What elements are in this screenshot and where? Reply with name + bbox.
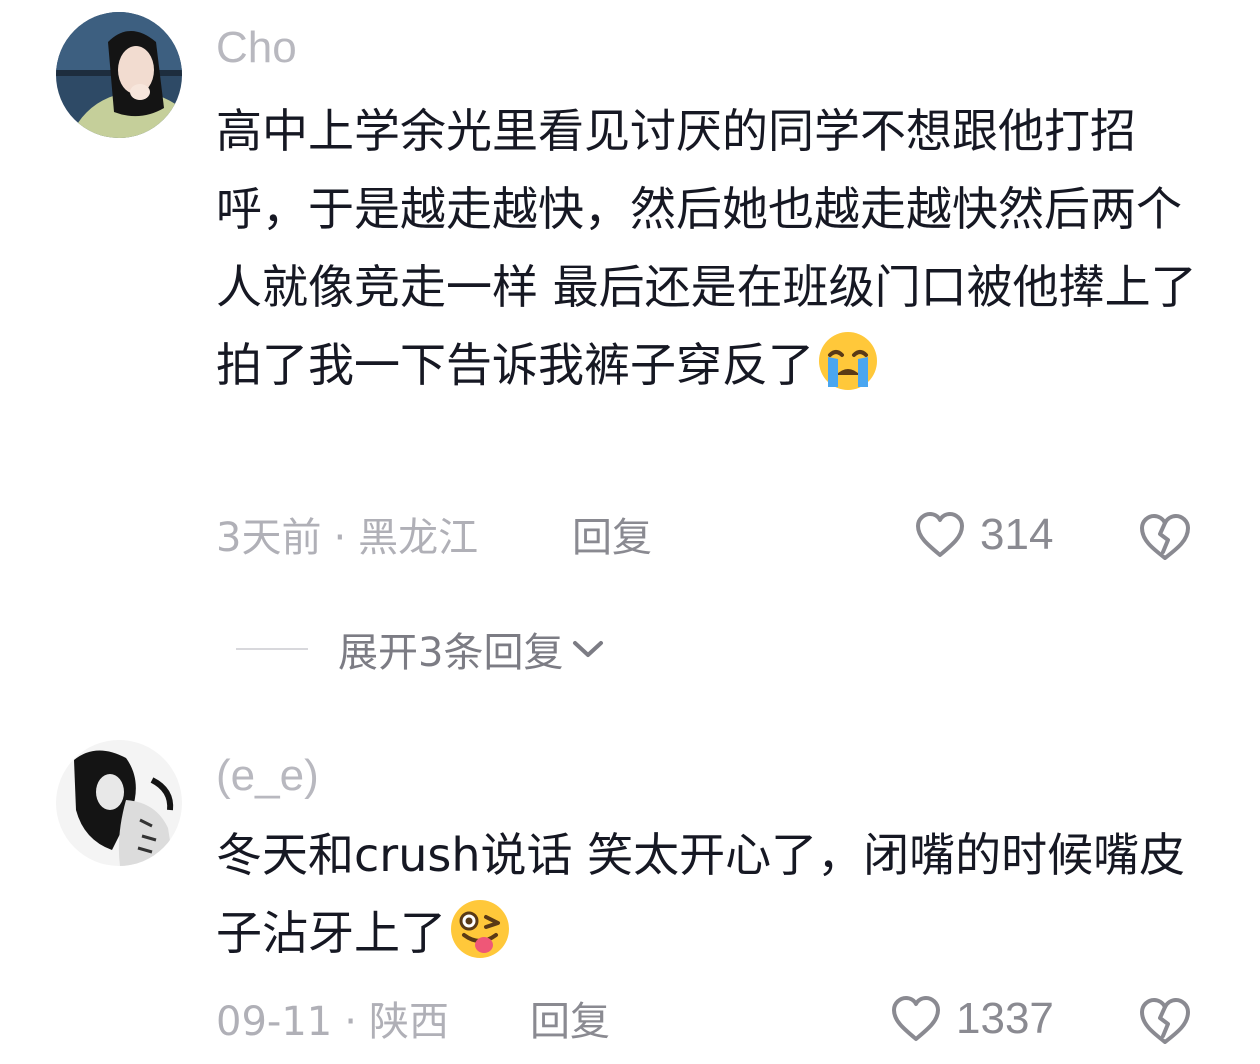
comment-location: 陕西 xyxy=(368,999,449,1045)
reply-button[interactable]: 回复 xyxy=(530,1002,610,1042)
expand-replies-button[interactable]: 展开3条回复 xyxy=(236,620,605,678)
like-count: 314 xyxy=(980,510,1054,559)
winking-tongue-face-emoji xyxy=(451,900,509,958)
divider-line xyxy=(236,648,308,650)
username[interactable]: (e_e) xyxy=(216,754,319,798)
avatar[interactable] xyxy=(56,12,182,138)
comment-time: 3天前 xyxy=(216,515,322,561)
comment-text: 高中上学余光里看见讨厌的同学不想跟他打招呼，于是越走越快，然后她也越走越快然后两… xyxy=(216,92,1216,404)
comment-text-content: 高中上学余光里看见讨厌的同学不想跟他打招呼，于是越走越快，然后她也越走越快然后两… xyxy=(216,104,1197,392)
heart-outline-icon xyxy=(892,996,940,1041)
avatar-image xyxy=(56,12,182,138)
meta-separator: · xyxy=(333,515,347,561)
comment-location: 黑龙江 xyxy=(358,515,479,561)
loudly-crying-face-emoji xyxy=(819,332,877,390)
meta-separator: · xyxy=(344,999,357,1045)
comment-meta: 3天前 · 黑龙江 xyxy=(216,518,478,558)
expand-replies-label: 展开3条回复 xyxy=(338,630,564,676)
like-count: 1337 xyxy=(956,994,1054,1043)
dislike-button[interactable] xyxy=(1138,512,1192,566)
broken-heart-icon xyxy=(1140,998,1190,1044)
comment-text-content: 冬天和crush说话 笑太开心了，闭嘴的时候嘴皮子沾牙上了 xyxy=(216,828,1186,960)
broken-heart-icon xyxy=(1140,514,1190,560)
comment-time: 09-11 xyxy=(216,999,333,1045)
avatar[interactable] xyxy=(56,740,182,866)
comment-text: 冬天和crush说话 笑太开心了，闭嘴的时候嘴皮子沾牙上了 xyxy=(216,816,1216,972)
like-button[interactable]: 1337 xyxy=(890,994,1054,1044)
comment-item: Cho 高中上学余光里看见讨厌的同学不想跟他打招呼，于是越走越快，然后她也越走越… xyxy=(0,0,1260,600)
like-button[interactable]: 314 xyxy=(914,510,1053,560)
comment-item: (e_e) 冬天和crush说话 笑太开心了，闭嘴的时候嘴皮子沾牙上了 09-1… xyxy=(0,720,1260,1064)
heart-outline-icon xyxy=(916,512,964,557)
avatar-image xyxy=(56,740,182,866)
reply-button[interactable]: 回复 xyxy=(572,518,652,558)
dislike-button[interactable] xyxy=(1138,996,1192,1050)
comment-meta: 09-11 · 陕西 xyxy=(216,1002,449,1042)
chevron-down-icon xyxy=(573,641,604,657)
username[interactable]: Cho xyxy=(216,26,297,70)
